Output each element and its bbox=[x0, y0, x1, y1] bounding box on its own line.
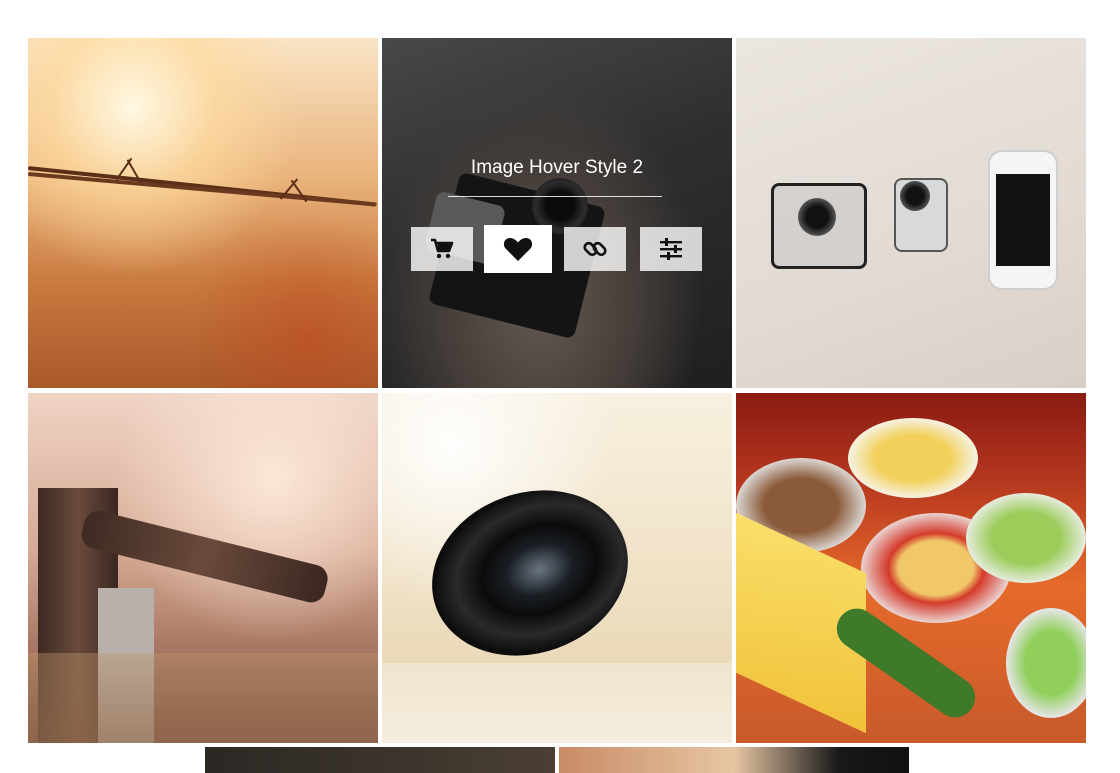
link-button[interactable] bbox=[564, 227, 626, 271]
gallery-item-fence-post[interactable] bbox=[28, 393, 378, 743]
heart-icon bbox=[503, 236, 533, 262]
gallery-item-dark-landscape[interactable] bbox=[205, 747, 555, 773]
gallery-item-warm-interior[interactable] bbox=[559, 747, 909, 773]
gallery-item-camera-lens[interactable] bbox=[382, 393, 732, 743]
cart-icon bbox=[430, 238, 454, 260]
gallery-item-food[interactable] bbox=[736, 393, 1086, 743]
gallery-image bbox=[736, 393, 1086, 743]
favorite-button[interactable] bbox=[484, 225, 552, 273]
link-icon bbox=[582, 236, 608, 262]
sliders-icon bbox=[659, 238, 683, 260]
settings-button[interactable] bbox=[640, 227, 702, 271]
gallery-image bbox=[28, 38, 378, 388]
gallery-item-action-cameras[interactable] bbox=[736, 38, 1086, 388]
add-to-cart-button[interactable] bbox=[411, 227, 473, 271]
gallery-image bbox=[736, 38, 1086, 388]
hover-overlay: Image Hover Style 2 bbox=[382, 38, 732, 388]
overlay-title: Image Hover Style 2 bbox=[470, 157, 644, 178]
gallery-image bbox=[28, 393, 378, 743]
gallery-item-barbed-wire[interactable] bbox=[28, 38, 378, 388]
gallery-image bbox=[205, 747, 555, 773]
gallery-image bbox=[382, 393, 732, 743]
title-divider bbox=[448, 196, 662, 197]
gallery-image bbox=[559, 747, 909, 773]
gallery-item-camera-in-hand[interactable]: Image Hover Style 2 bbox=[382, 38, 732, 388]
image-gallery: Image Hover Style 2 bbox=[0, 0, 1120, 773]
